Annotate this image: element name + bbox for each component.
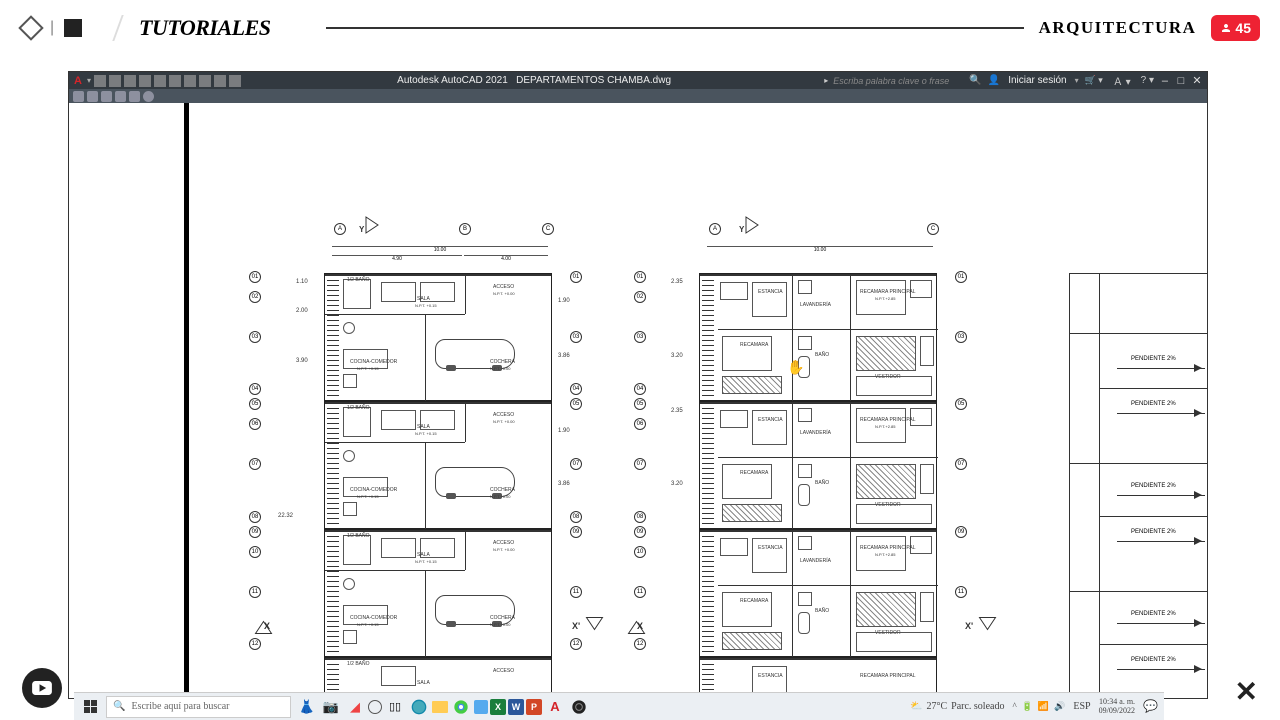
word-icon[interactable]: W	[508, 699, 524, 715]
taskbar-app[interactable]: 📷	[320, 696, 342, 718]
subscriber-badge[interactable]: 45	[1211, 15, 1260, 41]
drawing-canvas[interactable]: A B C Y 10.00 4.90 4.00 01 02 03 04 05 0…	[69, 103, 1207, 698]
edge-icon[interactable]	[408, 696, 430, 718]
chevron-up-icon[interactable]: ^	[1012, 701, 1016, 712]
autocad-icon[interactable]: A	[544, 696, 566, 718]
cad-titlebar[interactable]: A ▾ Autodesk AutoCAD 2021 DEPARTAMENTOS …	[69, 72, 1207, 89]
cad-user-button[interactable]: Iniciar sesión	[1008, 75, 1066, 86]
battery-icon[interactable]: 🔋	[1022, 701, 1033, 712]
cad-quick-toolbar[interactable]	[69, 89, 1207, 103]
pan-cursor-icon: ✋	[787, 359, 804, 376]
layer-icon[interactable]	[129, 91, 140, 102]
print-icon[interactable]	[73, 91, 84, 102]
banner-icon-left	[18, 15, 43, 40]
taskbar-search-input[interactable]: 🔍 Escribe aquí para buscar	[106, 696, 291, 718]
pan-icon[interactable]	[87, 91, 98, 102]
volume-icon[interactable]: 🔊	[1054, 701, 1065, 712]
system-tray[interactable]: ^ 🔋 📶 🔊	[1012, 701, 1065, 712]
obs-icon[interactable]	[568, 696, 590, 718]
explorer-icon[interactable]	[432, 701, 448, 713]
app-icon[interactable]	[474, 700, 488, 714]
banner-brand: ARQUITECTURA	[1039, 18, 1197, 38]
autocad-logo-icon: A	[74, 75, 82, 87]
maximize-button[interactable]: □	[1176, 76, 1186, 86]
windows-taskbar[interactable]: 🔍 Escribe aquí para buscar 👗 📷 ◢ ▯▯ X W …	[74, 692, 1164, 720]
taskbar-clock[interactable]: 10:34 a. m. 09/09/2022	[1099, 698, 1135, 716]
close-button[interactable]: ✕	[1192, 76, 1202, 86]
minimize-button[interactable]: –	[1160, 76, 1170, 86]
start-button[interactable]	[74, 700, 106, 713]
orbit-icon[interactable]	[115, 91, 126, 102]
cad-title: Autodesk AutoCAD 2021 DEPARTAMENTOS CHAM…	[397, 75, 671, 86]
wifi-icon[interactable]: 📶	[1038, 701, 1049, 712]
search-icon: 🔍	[113, 701, 125, 712]
banner-tag-icon	[64, 19, 82, 37]
cad-search-input[interactable]: Escriba palabra clave o frase	[833, 76, 949, 86]
youtube-button[interactable]	[22, 668, 62, 708]
close-view-icon[interactable]	[143, 91, 154, 102]
chrome-icon[interactable]	[450, 696, 472, 718]
video-banner: | TUTORIALES ARQUITECTURA 45	[0, 0, 1280, 56]
notifications-icon[interactable]: 💬	[1143, 699, 1158, 714]
zoom-icon[interactable]	[101, 91, 112, 102]
language-indicator[interactable]: ESP	[1073, 701, 1090, 712]
powerpoint-icon[interactable]: P	[526, 699, 542, 715]
excel-icon[interactable]: X	[490, 699, 506, 715]
banner-title: TUTORIALES	[139, 15, 271, 41]
weather-widget[interactable]: ⛅ 27°C Parc. soleado	[910, 701, 1004, 712]
close-overlay-button[interactable]: ✕	[1235, 675, 1258, 708]
autocad-window: A ▾ Autodesk AutoCAD 2021 DEPARTAMENTOS …	[68, 71, 1208, 699]
taskbar-app[interactable]: ◢	[344, 696, 366, 718]
cortana-button[interactable]	[368, 700, 382, 714]
weather-icon: ⛅	[910, 701, 922, 712]
task-view-button[interactable]: ▯▯	[384, 696, 406, 718]
taskbar-app[interactable]: 👗	[296, 696, 318, 718]
